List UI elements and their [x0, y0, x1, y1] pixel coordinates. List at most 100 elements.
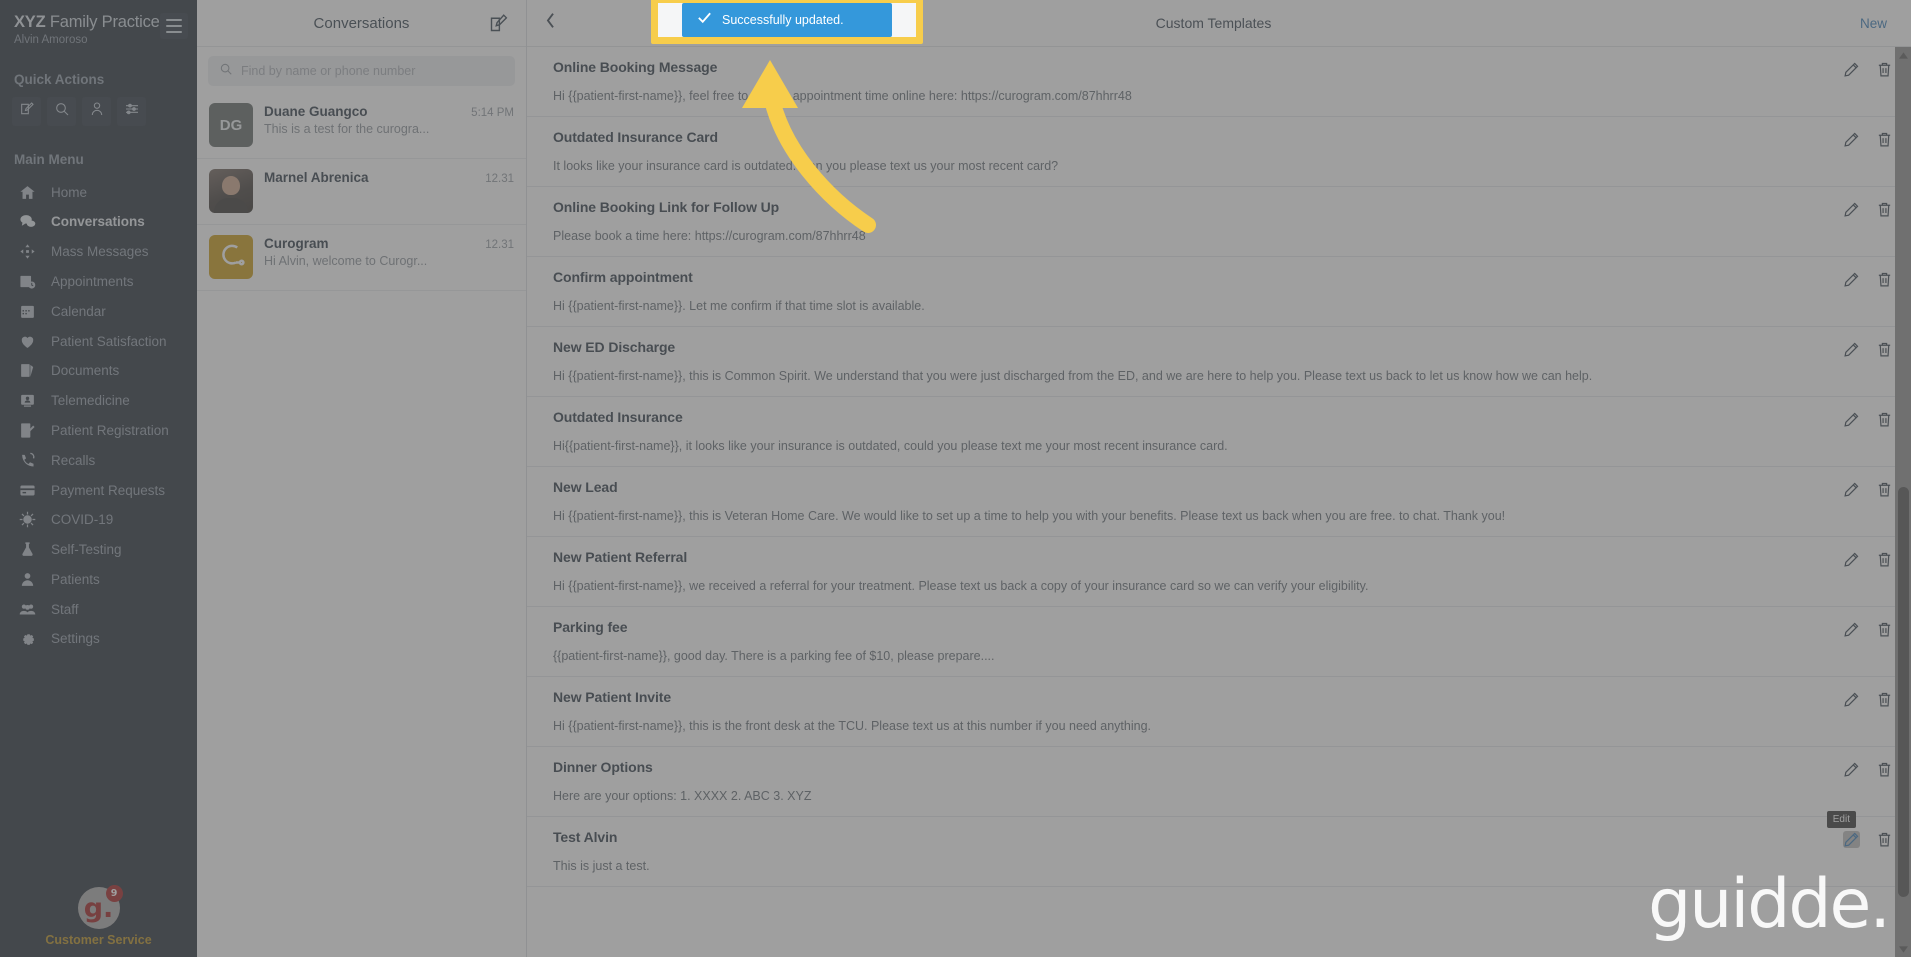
sidebar-item-mass-messages[interactable]: Mass Messages [0, 237, 197, 267]
template-row[interactable]: New Patient Invite Hi {{patient-first-nam… [527, 677, 1911, 747]
sidebar-item-settings[interactable]: Settings [0, 624, 197, 654]
sidebar-item-documents[interactable]: Documents [0, 356, 197, 386]
sidebar-item-staff[interactable]: Staff [0, 594, 197, 624]
quick-action-add-patient-button[interactable] [82, 97, 111, 127]
hamburger-icon[interactable] [159, 13, 188, 39]
sidebar-item-calendar[interactable]: Calendar [0, 296, 197, 326]
sidebar-item-covid-19[interactable]: COVID-19 [0, 505, 197, 535]
conversation-top-row: Marnel Abrenica 12.31 [264, 170, 514, 185]
edit-template-button[interactable] [1843, 61, 1860, 78]
delete-template-button[interactable] [1876, 551, 1893, 568]
search-box[interactable] [208, 56, 515, 86]
delete-template-button[interactable] [1876, 621, 1893, 638]
edit-template-button[interactable] [1843, 761, 1860, 778]
template-main: Outdated Insurance Hi{{patient-first-name… [553, 409, 1829, 453]
template-row[interactable]: Confirm appointment Hi {{patient-first-na… [527, 257, 1911, 327]
template-row[interactable]: New Lead Hi {{patient-first-name}}, this … [527, 467, 1911, 537]
template-row[interactable]: Online Booking Message Hi {{patient-first… [527, 47, 1911, 117]
edit-template-button[interactable] [1843, 551, 1860, 568]
sidebar-item-label: Patients [51, 571, 100, 587]
pencil-icon [1843, 552, 1860, 572]
sidebar-item-telemedicine[interactable]: Telemedicine [0, 386, 197, 416]
sidebar-item-payment-requests[interactable]: Payment Requests [0, 475, 197, 505]
edit-template-button[interactable] [1843, 341, 1860, 358]
edit-tooltip: Edit [1826, 811, 1856, 828]
edit-template-button[interactable] [1843, 271, 1860, 288]
avatar-initials: DG [219, 116, 243, 134]
back-button[interactable] [545, 12, 567, 34]
trash-icon [1876, 202, 1893, 222]
delete-template-button[interactable] [1876, 201, 1893, 218]
appointments-icon [18, 272, 37, 291]
sidebar-item-patient-registration[interactable]: Patient Registration [0, 416, 197, 446]
quick-action-compose-button[interactable] [12, 97, 41, 127]
sidebar-item-label: Settings [51, 631, 100, 647]
compose-icon[interactable] [488, 13, 509, 34]
edit-template-button[interactable] [1843, 691, 1860, 708]
recall-phone-icon [18, 451, 37, 470]
edit-template-button[interactable] [1843, 131, 1860, 148]
conversation-list-item[interactable]: DG Duane Guangco 5:14 PM This is a test … [197, 93, 526, 159]
edit-template-button[interactable] [1843, 481, 1860, 498]
delete-template-button[interactable] [1876, 481, 1893, 498]
sidebar-item-conversations[interactable]: Conversations [0, 207, 197, 237]
sidebar-item-label: Home [51, 184, 88, 200]
conversation-name: Marnel Abrenica [264, 170, 369, 185]
sidebar-item-patient-satisfaction[interactable]: Patient Satisfaction [0, 326, 197, 356]
delete-template-button[interactable] [1876, 61, 1893, 78]
scroll-up-arrow-icon[interactable] [1895, 47, 1911, 63]
edit-template-button[interactable] [1843, 201, 1860, 218]
toast-message: Successfully updated. [722, 13, 844, 27]
sidebar-item-self-testing[interactable]: Self-Testing [0, 535, 197, 565]
template-actions [1843, 479, 1893, 498]
brand-name-rest: Family Practice [45, 13, 160, 31]
conversation-list-item[interactable]: Marnel Abrenica 12.31 [197, 159, 526, 225]
delete-template-button[interactable] [1876, 691, 1893, 708]
conversation-name: Duane Guangco [264, 104, 368, 119]
sidebar-item-patients[interactable]: Patients [0, 565, 197, 595]
main-content: Custom Templates New Online Booking Mess… [527, 0, 1911, 957]
new-template-button[interactable]: New [1860, 16, 1887, 31]
search-input[interactable] [241, 64, 504, 78]
sidebar-item-label: COVID-19 [51, 512, 114, 528]
template-row[interactable]: Parking fee {{patient-first-name}}, good … [527, 607, 1911, 677]
trash-icon [1876, 622, 1893, 642]
quick-action-filters-button[interactable] [117, 97, 146, 127]
template-row[interactable]: Online Booking Link for Follow Up Please … [527, 187, 1911, 257]
pencil-icon [1843, 202, 1860, 222]
delete-template-button[interactable] [1876, 411, 1893, 428]
delete-template-button[interactable] [1876, 761, 1893, 778]
scrollbar-thumb[interactable] [1898, 487, 1909, 897]
edit-template-button[interactable] [1843, 621, 1860, 638]
conversation-time: 12.31 [485, 239, 514, 251]
quick-action-search-button[interactable] [47, 97, 76, 127]
template-row[interactable]: Outdated Insurance Hi{{patient-first-name… [527, 397, 1911, 467]
sidebar-item-appointments[interactable]: Appointments [0, 267, 197, 297]
template-name: Test Alvin [553, 829, 618, 845]
template-row[interactable]: Test Alvin This is just a test. Edit [527, 811, 1911, 887]
sidebar-item-home[interactable]: Home [0, 177, 197, 207]
template-row[interactable]: Outdated Insurance Card It looks like you… [527, 117, 1911, 187]
template-main: New Patient Referral Hi {{patient-first-n… [553, 549, 1829, 593]
template-actions [1843, 339, 1893, 358]
delete-template-button[interactable] [1876, 831, 1893, 848]
delete-template-button[interactable] [1876, 131, 1893, 148]
sidebar-item-recalls[interactable]: Recalls [0, 445, 197, 475]
conversation-list-item[interactable]: Curogram 12.31 Hi Alvin, welcome to Curo… [197, 225, 526, 291]
edit-template-button[interactable]: Edit [1826, 811, 1860, 848]
delete-template-button[interactable] [1876, 341, 1893, 358]
template-row[interactable]: New Patient Referral Hi {{patient-first-n… [527, 537, 1911, 607]
edit-template-button[interactable] [1843, 411, 1860, 428]
vertical-scrollbar[interactable] [1895, 47, 1911, 957]
trash-icon [1876, 62, 1893, 82]
scroll-down-arrow-icon[interactable] [1895, 941, 1911, 957]
guidde-logo-icon[interactable]: g. 9 [77, 885, 123, 929]
template-row[interactable]: New ED Discharge Hi {{patient-first-name}… [527, 327, 1911, 397]
toast-highlight-box: Successfully updated. [651, 0, 923, 44]
trash-icon [1876, 412, 1893, 432]
template-row[interactable]: Dinner Options Here are your options: 1. … [527, 747, 1911, 817]
delete-template-button[interactable] [1876, 271, 1893, 288]
customer-service-block[interactable]: g. 9 Customer Service [0, 885, 197, 947]
template-preview-text: It looks like your insurance card is out… [553, 159, 1059, 173]
sidebar-item-label: Recalls [51, 452, 96, 468]
